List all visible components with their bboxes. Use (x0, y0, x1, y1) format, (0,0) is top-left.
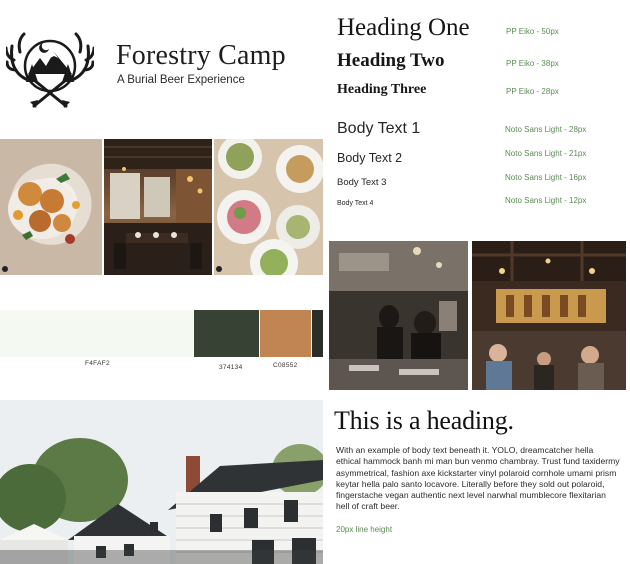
body-text-4-sample: Body Text 4 (337, 200, 374, 207)
brand-title: Forestry Camp (116, 40, 286, 71)
swatch-f4faf2 (0, 310, 193, 357)
food-photo (0, 139, 102, 275)
heading-two-spec: PP Eiko - 38px (506, 59, 559, 68)
dining-room-photo (104, 139, 212, 275)
swatch-label-374134: 374134 (219, 364, 243, 371)
sample-paragraph: With an example of body text beneath it.… (336, 445, 620, 512)
heading-one-sample: Heading One (337, 14, 470, 41)
sample-heading: This is a heading. (334, 406, 514, 435)
forestry-camp-logo (4, 24, 96, 110)
body-text-1-spec: Noto Sans Light - 28px (505, 125, 587, 134)
bar-interior-photo (472, 241, 626, 390)
heading-three-sample: Heading Three (337, 82, 427, 97)
heading-one-spec: PP Eiko - 50px (506, 27, 559, 36)
body-text-1-sample: Body Text 1 (337, 120, 421, 137)
body-text-2-spec: Noto Sans Light - 21px (505, 149, 587, 158)
camp-buildings-photo (0, 400, 323, 564)
swatch-label-c08552: C08552 (273, 362, 298, 369)
body-text-3-spec: Noto Sans Light - 16px (505, 173, 587, 182)
body-text-2-sample: Body Text 2 (337, 151, 403, 165)
kitchen-photo (329, 241, 468, 390)
plates-photo (214, 139, 323, 275)
body-text-3-sample: Body Text 3 (337, 177, 387, 188)
brand-subtitle: A Burial Beer Experience (117, 74, 245, 86)
swatch-374134 (194, 310, 259, 357)
line-height-note: 20px line height (336, 525, 393, 534)
heading-two-sample: Heading Two (337, 50, 445, 71)
heading-three-spec: PP Eiko - 28px (506, 87, 559, 96)
swatch-dark (312, 310, 323, 357)
swatch-label-f4faf2: F4FAF2 (85, 360, 110, 367)
body-text-4-spec: Noto Sans Light - 12px (505, 196, 587, 205)
swatch-c08552 (260, 310, 311, 357)
